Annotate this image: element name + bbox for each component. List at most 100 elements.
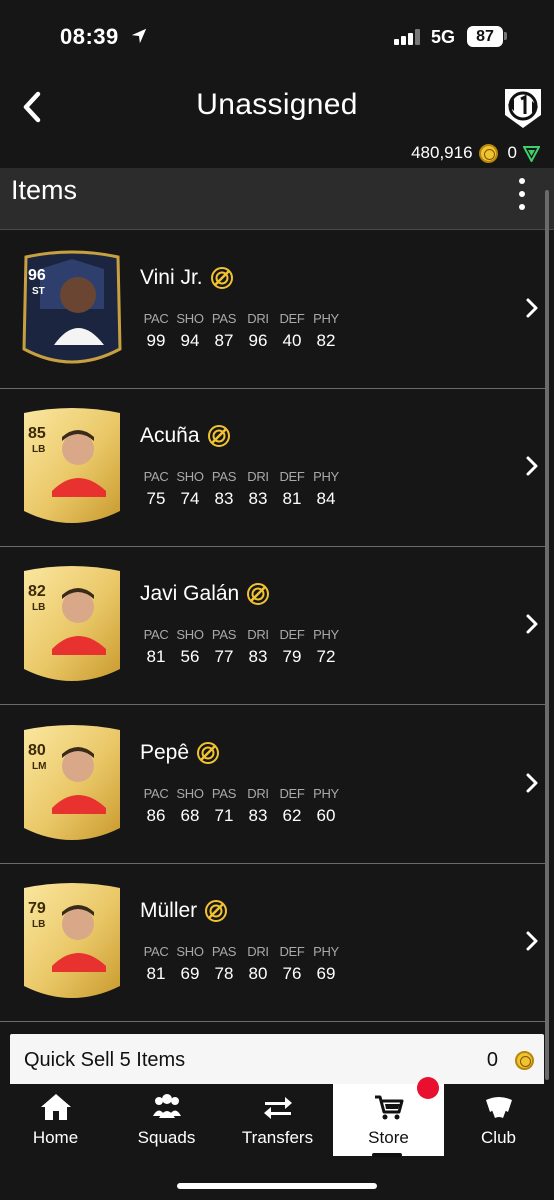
- stat-value: 94: [180, 331, 200, 350]
- tab-home[interactable]: Home: [0, 1084, 111, 1156]
- stat-label: SHO: [176, 311, 204, 326]
- stat-value: 79: [282, 647, 302, 666]
- stat-value: 83: [248, 489, 268, 508]
- stat-phy: PHY 82: [309, 311, 343, 351]
- stat-label: DRI: [247, 469, 269, 484]
- stat-label: PHY: [313, 311, 339, 326]
- quick-sell-button[interactable]: Quick Sell 5 Items 0: [10, 1034, 544, 1088]
- location-arrow-icon: [131, 28, 147, 44]
- player-row[interactable]: 82 LB Javi Galán PAC 81 SHO 56 PAS 77 DR…: [0, 547, 546, 705]
- stat-dri: DRI 83: [241, 786, 275, 826]
- stat-value: 75: [146, 489, 166, 508]
- player-row[interactable]: 80 LM Pepê PAC 86 SHO 68 PAS 71 DRI 83 D…: [0, 706, 546, 864]
- points-balance: 0: [507, 143, 517, 162]
- coins-balance: 480,916: [411, 143, 473, 162]
- stat-value: 40: [282, 331, 302, 350]
- network-type: 5G: [431, 27, 456, 47]
- untradeable-icon: [205, 900, 228, 922]
- player-name: Pepê: [140, 741, 190, 764]
- stat-value: 77: [214, 647, 234, 666]
- player-row[interactable]: 96 ST Vini Jr. PAC 99 SHO 94 PAS 87 DRI …: [0, 231, 546, 389]
- stat-label: PAS: [211, 469, 237, 484]
- player-rating: 82: [28, 583, 46, 600]
- tab-store-label: Store: [368, 1128, 409, 1147]
- fc-points-icon: [523, 145, 540, 162]
- squads-icon: [152, 1094, 181, 1118]
- stat-value: 83: [248, 806, 268, 825]
- stat-value: 72: [316, 647, 336, 666]
- stat-value: 86: [146, 806, 166, 825]
- club-icon: [485, 1097, 512, 1118]
- tab-squads[interactable]: Squads: [111, 1084, 222, 1156]
- stat-value: 81: [282, 489, 302, 508]
- coin-icon: [478, 143, 498, 163]
- items-section-header: Items: [0, 168, 554, 230]
- player-stats: PAC 81 SHO 56 PAS 77 DRI 83 DEF 79 PHY 7…: [139, 627, 343, 667]
- player-row[interactable]: 85 LB Acuña PAC 75 SHO 74 PAS 83 DRI 83 …: [0, 389, 546, 547]
- player-rating: 85: [28, 425, 46, 442]
- chevron-right-icon[interactable]: [524, 772, 540, 794]
- chevron-right-icon[interactable]: [524, 455, 540, 477]
- tab-club-label: Club: [481, 1128, 516, 1147]
- more-options-icon[interactable]: [515, 178, 529, 216]
- player-name-line: Javi Galán: [140, 582, 270, 606]
- player-row[interactable]: 79 LB Müller PAC 81 SHO 69 PAS 78 DRI 80…: [0, 864, 546, 1022]
- stat-label: PHY: [313, 469, 339, 484]
- stat-sho: SHO 74: [173, 469, 207, 509]
- store-notification-badge: [417, 1077, 439, 1099]
- quick-sell-label: Quick Sell 5 Items: [24, 1049, 186, 1071]
- coin-icon: [515, 1051, 534, 1070]
- chevron-right-icon[interactable]: [524, 613, 540, 635]
- tab-transfers[interactable]: Transfers: [222, 1084, 333, 1156]
- stat-pas: PAS 78: [207, 944, 241, 984]
- stat-value: 96: [248, 331, 268, 350]
- stat-value: 68: [180, 806, 200, 825]
- stat-pac: PAC 81: [139, 944, 173, 984]
- stat-label: SHO: [176, 786, 204, 801]
- home-indicator: [177, 1183, 377, 1189]
- stat-label: DEF: [279, 311, 305, 326]
- player-position: LB: [32, 444, 46, 455]
- stat-def: DEF 62: [275, 786, 309, 826]
- objectives-badge-icon[interactable]: [500, 83, 546, 131]
- status-time: 08:39: [60, 24, 119, 49]
- stat-label: DEF: [279, 944, 305, 959]
- stat-def: DEF 76: [275, 944, 309, 984]
- stat-pac: PAC 75: [139, 469, 173, 509]
- stat-value: 83: [214, 489, 234, 508]
- stat-pac: PAC 99: [139, 311, 173, 351]
- player-stats: PAC 86 SHO 68 PAS 71 DRI 83 DEF 62 PHY 6…: [139, 786, 343, 826]
- stat-label: DRI: [247, 311, 269, 326]
- stat-sho: SHO 56: [173, 627, 207, 667]
- player-name: Vini Jr.: [140, 266, 203, 289]
- stat-label: DEF: [279, 786, 305, 801]
- stat-label: DRI: [247, 786, 269, 801]
- items-label: Items: [11, 175, 78, 205]
- stat-value: 87: [214, 331, 234, 350]
- stat-label: PAC: [143, 786, 169, 801]
- player-rating: 79: [28, 900, 46, 917]
- stat-sho: SHO 69: [173, 944, 207, 984]
- player-stats: PAC 75 SHO 74 PAS 83 DRI 83 DEF 81 PHY 8…: [139, 469, 343, 509]
- player-name-line: Pepê: [140, 741, 220, 765]
- player-rating: 80: [28, 742, 46, 759]
- stat-label: PAC: [143, 311, 169, 326]
- stat-dri: DRI 80: [241, 944, 275, 984]
- stat-value: 80: [248, 964, 268, 983]
- stat-label: SHO: [176, 627, 204, 642]
- stat-label: DEF: [279, 627, 305, 642]
- player-position: LM: [32, 761, 47, 772]
- player-name: Acuña: [140, 424, 200, 447]
- battery-icon: 87: [467, 26, 503, 47]
- chevron-right-icon[interactable]: [524, 297, 540, 319]
- quick-sell-value: 0: [486, 1049, 498, 1071]
- stat-dri: DRI 83: [241, 469, 275, 509]
- chevron-right-icon[interactable]: [524, 930, 540, 952]
- cellular-signal-icon: [394, 29, 422, 45]
- player-stats: PAC 81 SHO 69 PAS 78 DRI 80 DEF 76 PHY 6…: [139, 944, 343, 984]
- stat-value: 60: [316, 806, 336, 825]
- stat-phy: PHY 72: [309, 627, 343, 667]
- tab-club[interactable]: Club: [443, 1084, 554, 1156]
- player-name: Müller: [140, 899, 198, 922]
- stat-pas: PAS 77: [207, 627, 241, 667]
